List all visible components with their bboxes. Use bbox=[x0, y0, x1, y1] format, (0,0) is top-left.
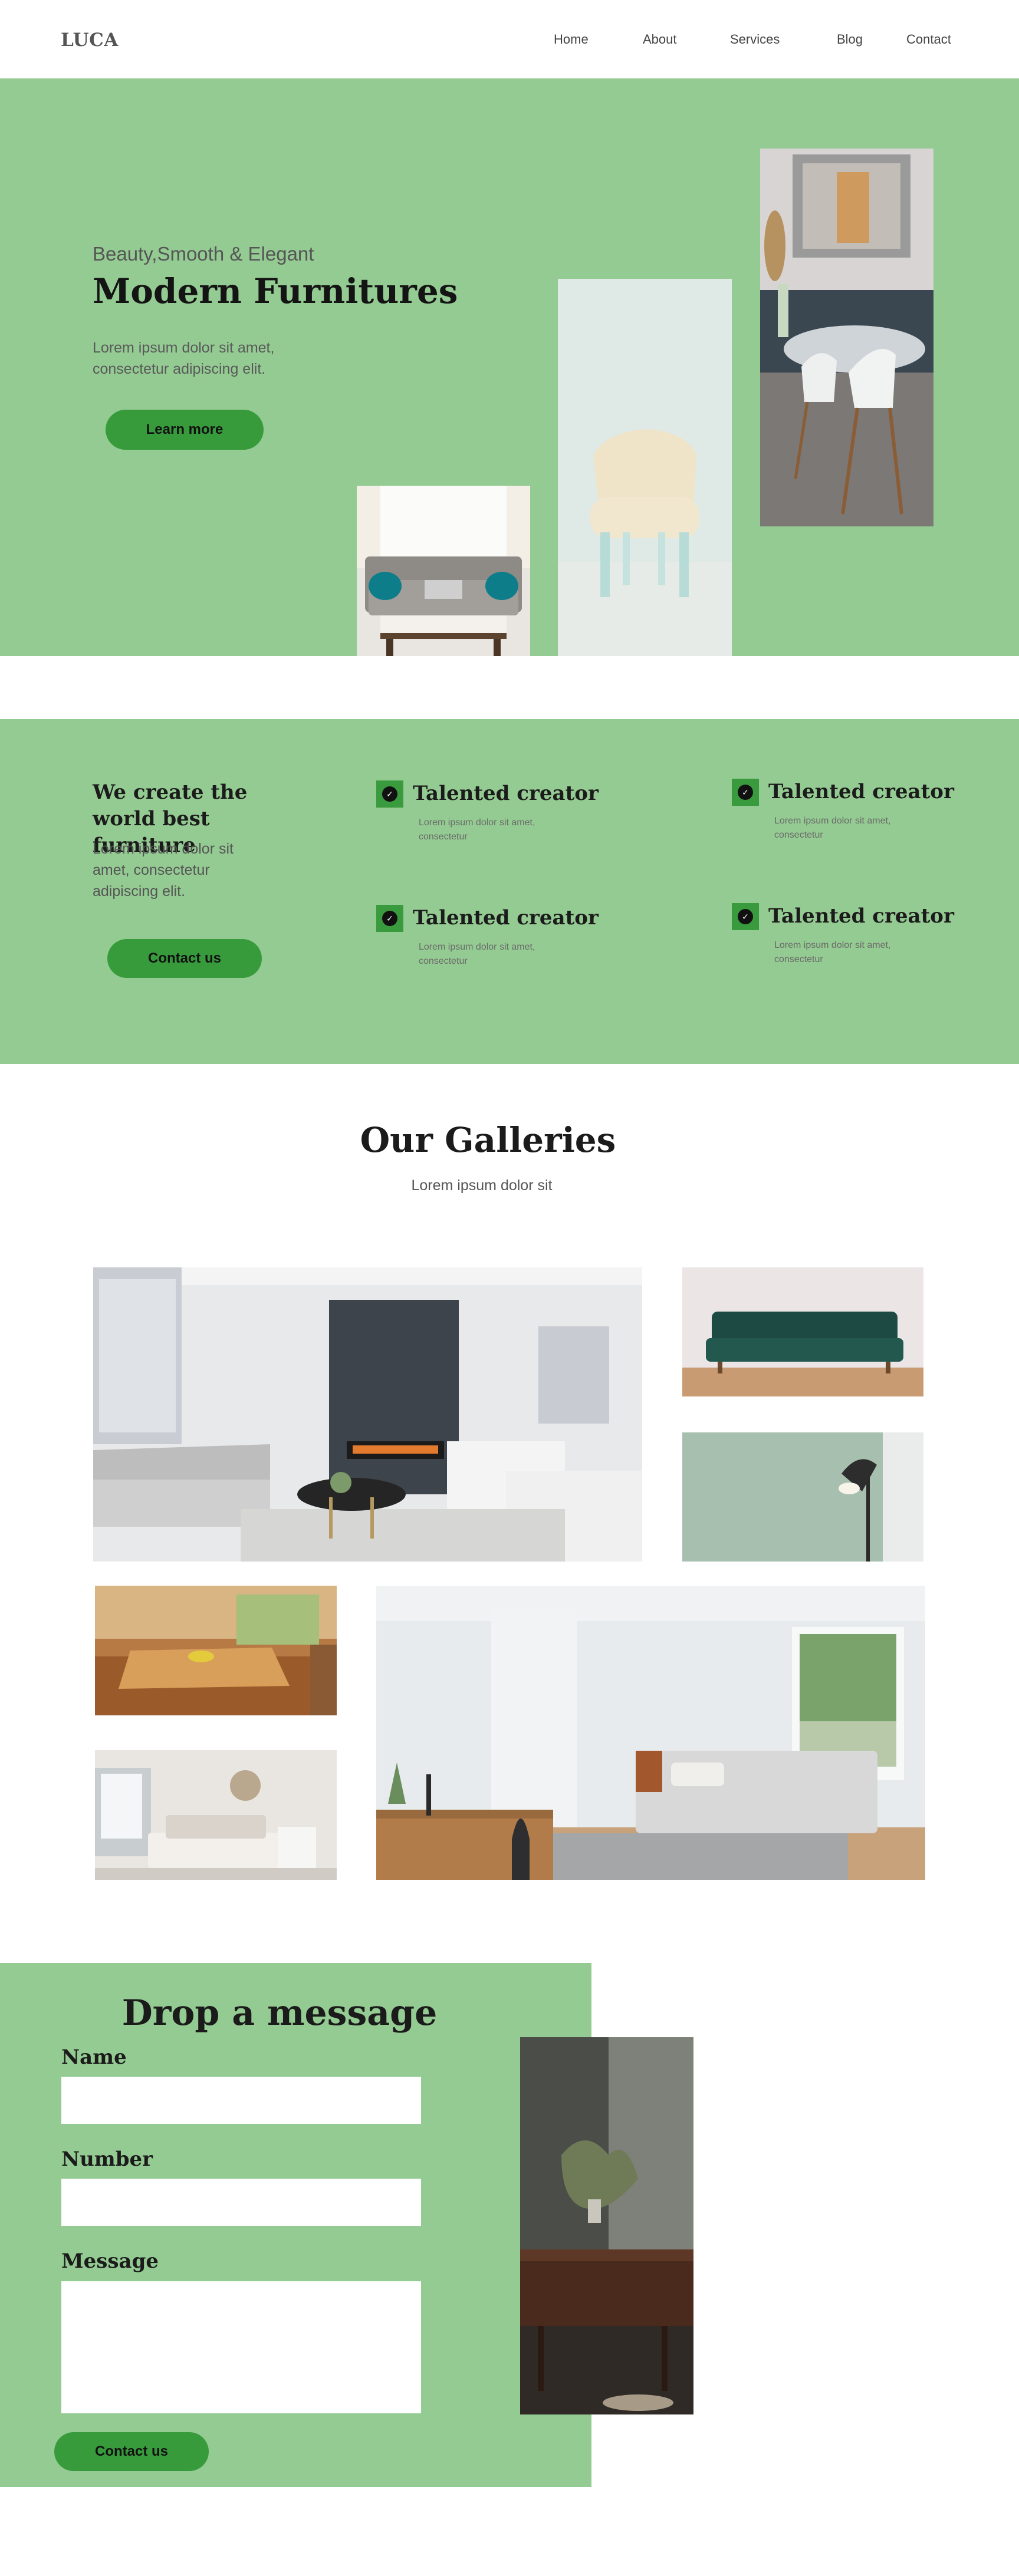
gallery-dining-room-image[interactable] bbox=[95, 1586, 337, 1715]
contact-submit-button[interactable]: Contact us bbox=[54, 2432, 209, 2471]
hero-title: Modern Furnitures bbox=[93, 271, 458, 311]
number-label: Number bbox=[61, 2147, 153, 2171]
gallery-lamp-image[interactable] bbox=[682, 1432, 923, 1562]
hero-dining-image bbox=[760, 149, 933, 526]
feature-desc: Lorem ipsum dolor sit amet, consectetur bbox=[419, 942, 535, 966]
hero-chair-image bbox=[558, 279, 732, 656]
hero-sofa-image bbox=[357, 486, 530, 656]
feature-desc: Lorem ipsum dolor sit amet, consectetur bbox=[774, 940, 891, 964]
feature-title: Talented creator bbox=[768, 780, 954, 803]
hero-body-text: Lorem ipsum dolor sit amet, consectetur … bbox=[93, 340, 275, 377]
nav-services[interactable]: Services bbox=[730, 32, 780, 47]
nav-about[interactable]: About bbox=[643, 32, 677, 47]
gallery-bedroom-image[interactable] bbox=[95, 1750, 337, 1880]
feature-desc: Lorem ipsum dolor sit amet, consectetur bbox=[774, 816, 891, 840]
check-circle-icon: ✓ bbox=[732, 903, 759, 930]
feature-desc: Lorem ipsum dolor sit amet, consectetur bbox=[419, 818, 535, 842]
check-circle-icon: ✓ bbox=[732, 779, 759, 806]
feature-title: Talented creator bbox=[413, 906, 599, 930]
check-circle-icon: ✓ bbox=[376, 905, 403, 932]
galleries-subtitle: Lorem ipsum dolor sit bbox=[411, 1177, 553, 1194]
gallery-living-room-image[interactable] bbox=[93, 1267, 642, 1562]
gallery-green-sofa-image[interactable] bbox=[682, 1267, 923, 1396]
nav-contact[interactable]: Contact bbox=[906, 32, 951, 47]
feature-title: Talented creator bbox=[413, 782, 599, 805]
number-field[interactable] bbox=[61, 2179, 421, 2226]
features-text: Lorem ipsum dolor sit amet, consectetur … bbox=[93, 841, 234, 900]
hero-subtitle: Beauty,Smooth & Elegant bbox=[93, 243, 314, 265]
message-label: Message bbox=[61, 2249, 159, 2273]
features-contact-button[interactable]: Contact us bbox=[107, 939, 262, 978]
nav-home[interactable]: Home bbox=[554, 32, 589, 47]
name-label: Name bbox=[61, 2045, 127, 2069]
contact-cabinet-image bbox=[520, 2037, 693, 2414]
galleries-title: Our Galleries bbox=[360, 1120, 616, 1160]
learn-more-button[interactable]: Learn more bbox=[106, 410, 264, 450]
contact-title: Drop a message bbox=[121, 1992, 438, 2034]
logo[interactable]: LUCA bbox=[61, 29, 119, 51]
feature-title: Talented creator bbox=[768, 904, 954, 928]
name-field[interactable] bbox=[61, 2077, 421, 2124]
gallery-bedroom-large-image[interactable] bbox=[376, 1586, 925, 1880]
message-field[interactable] bbox=[61, 2281, 421, 2413]
check-circle-icon: ✓ bbox=[376, 780, 403, 808]
nav-blog[interactable]: Blog bbox=[837, 32, 863, 47]
